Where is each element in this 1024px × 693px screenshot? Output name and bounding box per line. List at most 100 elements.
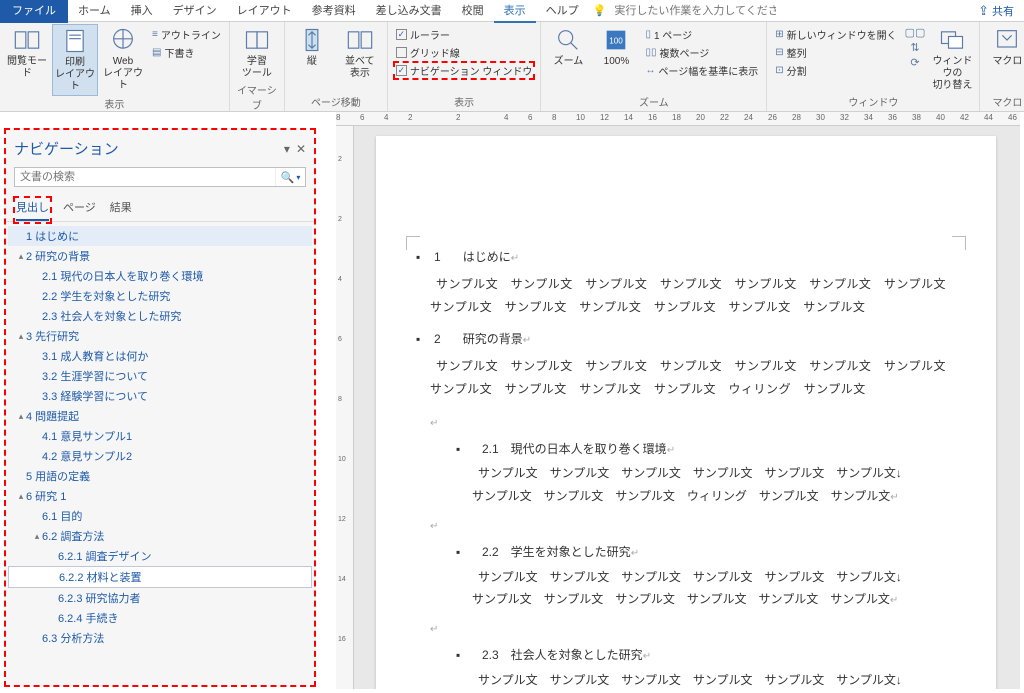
nav-close-icon[interactable]: ✕ — [296, 142, 306, 156]
page-width-button[interactable]: ↔ページ幅を基準に表示 — [643, 62, 760, 79]
nav-search-button[interactable]: 🔍▾ — [275, 168, 305, 186]
document-area: 224681012141618 ▪1 はじめに↵ サンプル文 サンプル文 サンプル… — [336, 126, 1020, 689]
tab-ホーム[interactable]: ホーム — [68, 0, 121, 23]
document-page: ▪1 はじめに↵ サンプル文 サンプル文 サンプル文 サンプル文 サンプル文 サン… — [376, 136, 996, 689]
tree-toggle-icon[interactable]: ▴ — [32, 531, 42, 542]
doc-heading-1[interactable]: ▪2 研究の背景↵ — [416, 328, 956, 351]
nav-heading-item[interactable]: 3.1 成人教育とは何か — [8, 346, 312, 366]
document-body[interactable]: ▪1 はじめに↵ サンプル文 サンプル文 サンプル文 サンプル文 サンプル文 サン… — [416, 246, 956, 689]
outline-icon: ≡ — [152, 29, 158, 40]
doc-paragraph[interactable]: サンプル文 サンプル文 サンプル文 サンプル文 サンプル文 サンプル文↓サンプル… — [472, 669, 956, 689]
multi-page-button[interactable]: ▯▯複数ページ — [643, 44, 760, 61]
nav-heading-item[interactable]: 6.2.2 材料と装置 — [8, 566, 312, 588]
web-layout-button[interactable]: Web レイアウト — [100, 24, 146, 94]
nav-pane-title: ナビゲーション — [14, 138, 278, 159]
switch-windows-button[interactable]: ウィンドウの 切り替え — [929, 24, 975, 94]
new-window-button[interactable]: ⊞新しいウィンドウを開く — [773, 26, 898, 43]
doc-paragraph[interactable]: サンプル文 サンプル文 サンプル文 サンプル文 サンプル文 サンプル文↓サンプル… — [472, 462, 956, 508]
nav-heading-label: 6.2.4 手続き — [58, 610, 119, 626]
nav-heading-item[interactable]: 6.2.1 調査デザイン — [8, 546, 312, 566]
chevron-down-icon: ▾ — [296, 173, 300, 182]
ruler-checkbox[interactable]: ✓ルーラー — [394, 26, 535, 43]
nav-heading-item[interactable]: 6.1 目的 — [8, 506, 312, 526]
one-page-button[interactable]: ▯1 ページ — [643, 26, 760, 43]
nav-search-input[interactable] — [15, 168, 275, 186]
nav-heading-item[interactable]: ▴2 研究の背景 — [8, 246, 312, 266]
doc-paragraph[interactable]: サンプル文 サンプル文 サンプル文 サンプル文 サンプル文 サンプル文 サンプル… — [430, 273, 956, 319]
nav-heading-item[interactable]: 3.3 経験学習について — [8, 386, 312, 406]
group-label-immersive: イマーシブ — [234, 82, 280, 114]
nav-heading-label: 6.3 分析方法 — [42, 630, 104, 646]
tab-差し込み文書[interactable]: 差し込み文書 — [366, 0, 452, 23]
nav-heading-item[interactable]: 2.3 社会人を対象とした研究 — [8, 306, 312, 326]
side-by-side-button[interactable]: 並べて 表示 — [337, 24, 383, 82]
nav-tabs: 見出しページ結果 — [6, 191, 314, 222]
zoom-button[interactable]: ズーム — [545, 24, 591, 70]
nav-heading-label: 3 先行研究 — [26, 328, 79, 344]
nav-heading-label: 2.2 学生を対象とした研究 — [42, 288, 170, 304]
group-label-views: 表示 — [4, 96, 225, 113]
ribbon-group-pagemove: 縦 並べて 表示 ページ移動 — [285, 22, 388, 111]
vertical-button[interactable]: 縦 — [289, 24, 335, 70]
tab-レイアウト[interactable]: レイアウト — [227, 0, 302, 23]
nav-heading-item[interactable]: 4.2 意見サンプル2 — [8, 446, 312, 466]
nav-heading-item[interactable]: ▴6 研究 1 — [8, 486, 312, 506]
nav-heading-label: 4.1 意見サンプル1 — [42, 428, 132, 444]
tab-表示[interactable]: 表示 — [494, 0, 536, 23]
group-label-show: 表示 — [392, 94, 537, 111]
nav-heading-label: 5 用語の定義 — [26, 468, 90, 484]
nav-heading-label: 3.2 生涯学習について — [42, 368, 148, 384]
nav-heading-item[interactable]: 2.2 学生を対象とした研究 — [8, 286, 312, 306]
outline-button[interactable]: ≡アウトライン — [150, 26, 223, 43]
nav-heading-item[interactable]: 2.1 現代の日本人を取り巻く環境 — [8, 266, 312, 286]
zoom-100-button[interactable]: 100100% — [593, 24, 639, 70]
tab-デザイン[interactable]: デザイン — [163, 0, 227, 23]
nav-tab-ページ[interactable]: ページ — [63, 199, 96, 221]
tree-toggle-icon[interactable]: ▴ — [16, 251, 26, 262]
ribbon: 閲覧モード 印刷 レイアウト Web レイアウト ≡アウトライン ▤下書き 表示… — [0, 22, 1024, 112]
reading-mode-button[interactable]: 閲覧モード — [4, 24, 50, 82]
share-button[interactable]: ⇪ 共有 — [972, 1, 1020, 21]
nav-dropdown-icon[interactable]: ▾ — [284, 142, 290, 156]
nav-tab-結果[interactable]: 結果 — [110, 199, 132, 221]
nav-heading-item[interactable]: 6.2.4 手続き — [8, 608, 312, 628]
tell-me-input[interactable] — [610, 3, 780, 19]
vertical-ruler: 224681012141618 — [336, 126, 354, 689]
doc-heading-2[interactable]: ▪ 2.1 現代の日本人を取り巻く環境↵ — [456, 438, 956, 461]
print-layout-button[interactable]: 印刷 レイアウト — [52, 24, 98, 96]
nav-heading-item[interactable]: ▴4 問題提起 — [8, 406, 312, 426]
nav-tab-見出し[interactable]: 見出し — [16, 199, 49, 221]
navigation-pane: ナビゲーション ▾ ✕ 🔍▾ 見出しページ結果 1 はじめに▴2 研究の背景2.… — [4, 128, 316, 687]
nav-heading-item[interactable]: 4.1 意見サンプル1 — [8, 426, 312, 446]
learning-tools-button[interactable]: 学習 ツール — [234, 24, 280, 82]
reset-position-icon: ⟳ — [910, 56, 919, 69]
nav-heading-item[interactable]: 6.2.3 研究協力者 — [8, 588, 312, 608]
doc-paragraph[interactable]: サンプル文 サンプル文 サンプル文 サンプル文 サンプル文 サンプル文 サンプル… — [430, 355, 956, 401]
tree-toggle-icon[interactable]: ▴ — [16, 411, 26, 422]
tree-toggle-icon[interactable]: ▴ — [16, 491, 26, 502]
tab-校閲[interactable]: 校閲 — [452, 0, 494, 23]
navigation-pane-checkbox[interactable]: ✓ナビゲーション ウィンドウ — [394, 62, 535, 79]
nav-heading-item[interactable]: 3.2 生涯学習について — [8, 366, 312, 386]
ribbon-group-immersive: 学習 ツール イマーシブ — [230, 22, 285, 111]
macros-button[interactable]: マクロ — [984, 24, 1024, 70]
split-button[interactable]: ⊡分割 — [773, 62, 898, 79]
gridlines-checkbox[interactable]: グリッド線 — [394, 44, 535, 61]
nav-heading-item[interactable]: ▴3 先行研究 — [8, 326, 312, 346]
nav-heading-item[interactable]: ▴6.2 調査方法 — [8, 526, 312, 546]
arrange-all-button[interactable]: ⊟整列 — [773, 44, 898, 61]
doc-heading-2[interactable]: ▪ 2.3 社会人を対象とした研究↵ — [456, 644, 956, 667]
tab-ヘルプ[interactable]: ヘルプ — [536, 0, 589, 23]
nav-heading-item[interactable]: 6.3 分析方法 — [8, 628, 312, 648]
nav-heading-item[interactable]: 5 用語の定義 — [8, 466, 312, 486]
tab-挿入[interactable]: 挿入 — [121, 0, 163, 23]
nav-heading-label: 6.2.2 材料と装置 — [59, 569, 142, 585]
doc-heading-1[interactable]: ▪1 はじめに↵ — [416, 246, 956, 269]
tab-ファイル[interactable]: ファイル — [0, 0, 68, 23]
tree-toggle-icon[interactable]: ▴ — [16, 331, 26, 342]
tab-参考資料[interactable]: 参考資料 — [302, 0, 366, 23]
doc-heading-2[interactable]: ▪ 2.2 学生を対象とした研究↵ — [456, 541, 956, 564]
doc-paragraph[interactable]: サンプル文 サンプル文 サンプル文 サンプル文 サンプル文 サンプル文↓サンプル… — [472, 566, 956, 612]
draft-button[interactable]: ▤下書き — [150, 44, 223, 61]
nav-heading-item[interactable]: 1 はじめに — [8, 226, 312, 246]
